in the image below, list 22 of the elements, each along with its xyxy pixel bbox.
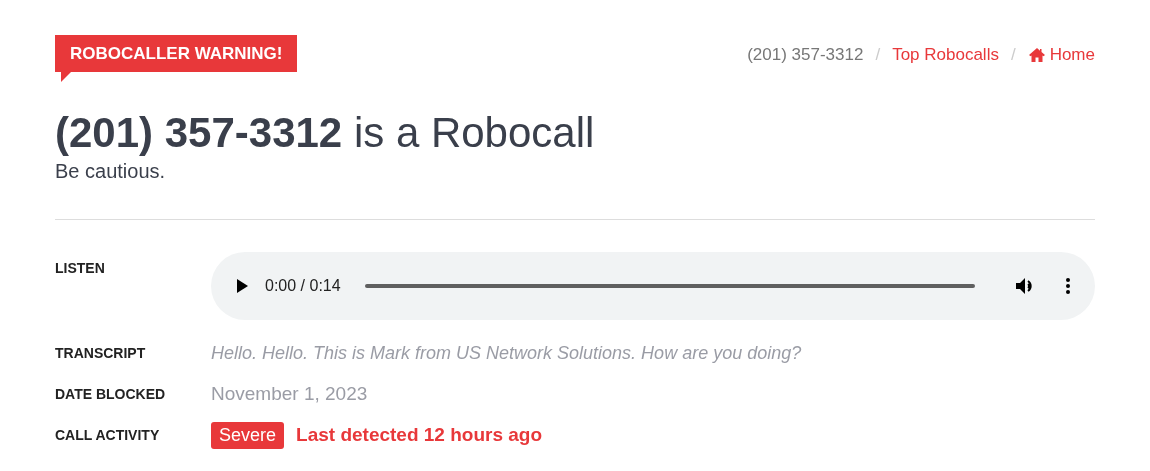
detail-label: LISTEN: [55, 259, 106, 278]
page-heading: (201) 357-3312 is a Robocall: [55, 108, 596, 158]
severity-badge: Severe: [211, 422, 285, 449]
home-link[interactable]: Home: [1027, 42, 1095, 68]
playback-time: 0:00 / 0:14: [265, 276, 341, 296]
breadcrumb-separator: /: [1010, 44, 1016, 66]
more-options-icon[interactable]: [1065, 277, 1071, 295]
breadcrumb-current: (201) 357-3312: [747, 44, 864, 66]
play-icon[interactable]: [235, 278, 249, 294]
breadcrumb-link[interactable]: Top Robocalls: [892, 42, 999, 68]
warning-banner: ROBOCALLER WARNING!: [55, 35, 298, 72]
detail-label: TRANSCRIPT: [55, 344, 147, 363]
last-detected-text: Last detected 12 hours ago: [296, 423, 543, 448]
subheading: Be cautious.: [55, 159, 167, 184]
progress-track[interactable]: [364, 284, 975, 288]
detail-label: CALL ACTIVITY: [55, 426, 161, 445]
date-text: November 1, 2023: [211, 382, 368, 407]
breadcrumb-separator: /: [875, 44, 881, 66]
banner-tail-icon: [61, 72, 71, 82]
detail-label: DATE BLOCKED: [55, 385, 167, 404]
transcript-text: Hello. Hello. This is Mark from US Network Solutions. How are you doing?: [211, 342, 802, 365]
home-icon: [1027, 46, 1046, 63]
